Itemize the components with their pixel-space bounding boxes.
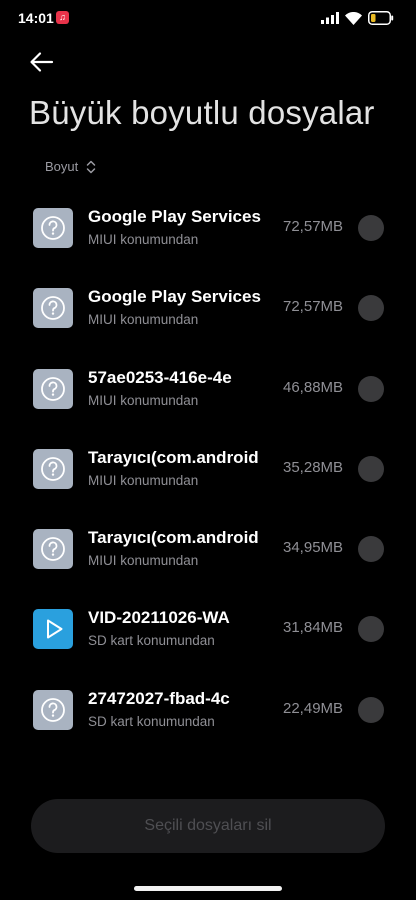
- sort-label: Boyut: [45, 159, 79, 174]
- file-location: SD kart konumundan: [88, 633, 215, 649]
- file-name: 27472027-fbad-4c: [88, 688, 230, 708]
- unknown-file-icon: [33, 288, 73, 329]
- file-checkbox[interactable]: [358, 696, 384, 723]
- file-name: Google Play Services: [88, 207, 261, 226]
- file-row[interactable]: 27472027-fbad-4c SD kart konumundan 22,4…: [0, 670, 416, 750]
- signal-icon: [321, 12, 339, 24]
- back-button[interactable]: [26, 48, 58, 76]
- file-row[interactable]: Tarayıcı(com.android MIUI konumundan 34,…: [0, 509, 416, 589]
- file-name: Google Play Services: [88, 287, 261, 307]
- arrow-left-icon: [30, 52, 54, 72]
- unknown-file-icon: [33, 208, 73, 248]
- file-list: Google Play Services MIUI konumundan 72,…: [0, 188, 416, 750]
- status-bar: 14:01 ♫: [0, 0, 416, 36]
- file-row[interactable]: 57ae0253-416e-4e MIUI konumundan 46,88MB: [0, 349, 416, 429]
- unknown-file-icon: [33, 368, 73, 409]
- file-checkbox[interactable]: [358, 536, 384, 563]
- file-checkbox[interactable]: [358, 375, 384, 402]
- file-location: MIUI konumundan: [88, 553, 199, 569]
- unknown-file-icon: [33, 689, 73, 730]
- home-indicator[interactable]: [134, 886, 282, 891]
- page-title: Büyük boyutlu dosyalar: [29, 94, 375, 131]
- wifi-icon: [345, 11, 362, 25]
- unknown-file-icon: [33, 529, 73, 570]
- sort-selector[interactable]: Boyut: [45, 159, 96, 174]
- file-name: Tarayıcı(com.android: [88, 528, 259, 548]
- file-row[interactable]: Tarayıcı(com.android MIUI konumundan 35,…: [0, 429, 416, 509]
- file-name: Tarayıcı(com.android: [88, 447, 259, 467]
- file-row[interactable]: VID-20211026-WA SD kart konumundan 31,84…: [0, 589, 416, 669]
- file-size: 22,49MB: [283, 699, 344, 717]
- video-file-icon: [33, 609, 73, 650]
- file-checkbox[interactable]: [358, 455, 384, 482]
- file-name: 57ae0253-416e-4e: [88, 367, 232, 387]
- file-size: 72,57MB: [283, 218, 344, 235]
- unknown-file-icon: [33, 448, 73, 489]
- music-icon: ♫: [56, 11, 69, 24]
- file-location: MIUI konumundan: [88, 472, 199, 488]
- file-name: VID-20211026-WA: [88, 608, 230, 628]
- delete-selected-button[interactable]: Seçili dosyaları sil: [31, 799, 385, 853]
- file-row[interactable]: Google Play Services MIUI konumundan 72,…: [0, 188, 416, 268]
- file-checkbox[interactable]: [358, 215, 384, 241]
- file-checkbox[interactable]: [358, 616, 384, 643]
- file-location: SD kart konumundan: [88, 713, 215, 729]
- file-size: 35,28MB: [283, 458, 344, 476]
- status-time: 14:01: [18, 10, 54, 26]
- file-size: 34,95MB: [283, 539, 344, 557]
- battery-icon: [368, 11, 394, 25]
- sort-updown-icon: [87, 160, 96, 173]
- file-size: 46,88MB: [283, 378, 344, 396]
- status-icons: [321, 10, 394, 26]
- file-location: MIUI konumundan: [88, 312, 199, 328]
- file-checkbox[interactable]: [358, 295, 384, 322]
- file-size: 31,84MB: [283, 619, 344, 637]
- file-location: MIUI konumundan: [88, 232, 199, 247]
- file-location: MIUI konumundan: [88, 392, 199, 408]
- file-size: 72,57MB: [283, 298, 344, 316]
- file-row[interactable]: Google Play Services MIUI konumundan 72,…: [0, 268, 416, 348]
